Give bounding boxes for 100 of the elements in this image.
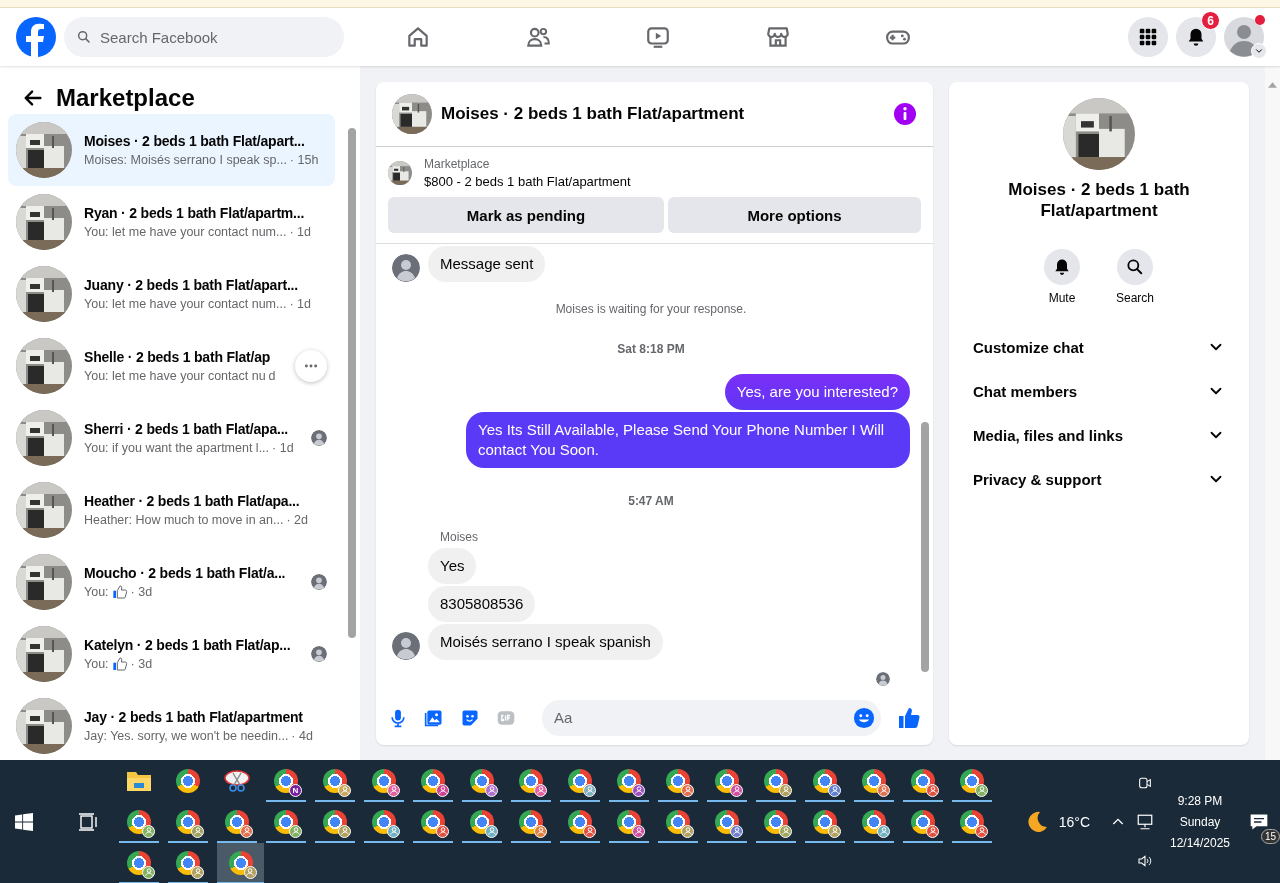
browser-icon [372,768,396,793]
account-button[interactable] [1224,17,1264,57]
browser-icon [666,809,690,834]
task-view-icon[interactable] [78,812,98,831]
browser-icon [421,768,445,793]
conversation-title: Heather · 2 beds 1 bath Flat/apa... [84,492,301,511]
network-icon[interactable] [1136,812,1154,831]
thumbs-up-icon[interactable] [897,705,921,730]
scissors-icon [223,768,251,793]
conversation-item[interactable]: Shelle · 2 beds 1 bath Flat/ap You: let me have your contact nu d [8,330,335,402]
notification-badge: 6 [1201,11,1220,30]
browser-icon [228,850,253,875]
conversation-item[interactable]: Ryan · 2 beds 1 bath Flat/apartm... You: let me have your contact num... · 1d [8,186,335,258]
message-preview: Jay: Yes. sorry, we won't be needin... [84,728,289,745]
search-icon [1125,257,1145,277]
message-preview: Moises: Moisés serrano I speak sp... [84,152,287,169]
browser-icon [274,768,298,793]
message-bubble: Yes [428,548,477,584]
thumbs-up-icon [111,584,128,600]
windows-icon[interactable] [15,812,33,831]
conversation-item[interactable]: Moucho · 2 beds 1 bath Flat/a... You: · 3d [8,546,335,618]
sender-name: Moises [440,530,479,544]
browser-icon [715,768,739,793]
browser-icon [519,768,543,793]
message-time: · 4d [291,728,313,745]
message-preview: You: let me have your contact num... [84,296,287,313]
more-options-button[interactable]: More options [668,197,921,233]
browser-icon [911,768,935,793]
browser-icon [470,809,494,834]
menu-button[interactable] [1128,17,1168,57]
facebook-logo[interactable] [16,17,56,57]
notifications-button[interactable] [1176,17,1216,57]
conversation-item[interactable]: Moises · 2 beds 1 bath Flat/apart... Moises: Moisés serrano I speak sp... · 15h [8,114,335,186]
message-time: · 3d [130,656,153,673]
browser-icon [421,809,445,834]
mark-pending-button[interactable]: Mark as pending [388,197,664,233]
message-preview: Heather: How much to move in an... [84,512,284,529]
listing-source: Marketplace [424,156,491,173]
browser-icon [127,850,151,875]
scrollbar[interactable] [1265,66,1280,760]
taskbar-button[interactable]: N [266,761,306,802]
timestamp: Sat 8:18 PM [616,342,686,356]
conversation-item[interactable]: Katelyn · 2 beds 1 bath Flat/ap... You: · 3d [8,618,335,690]
conversation-title: Katelyn · 2 beds 1 bath Flat/ap... [84,636,292,655]
browser-icon [225,809,249,834]
message-preview: You: let me have your contact num... [84,224,287,241]
conversation-item[interactable]: Juany · 2 beds 1 bath Flat/apart... You: let me have your contact num... · 1d [8,258,335,330]
emoji-icon[interactable] [853,706,875,729]
weather-widget[interactable]: 16°C [1024,809,1090,834]
conversation-title: Ryan · 2 beds 1 bath Flat/apartm... [84,204,306,223]
browser-icon [813,809,837,834]
message-bubble: Yes Its Still Available, Please Send Your Phone Number I Will contact You Soon. [466,412,910,468]
message-bubble: Moisés serrano I speak spanish [428,624,663,660]
message-time: d [268,368,276,385]
browser-icon [274,809,298,834]
browser-icon [176,768,200,793]
message-field[interactable]: Aa [542,699,881,736]
info-icon[interactable] [893,102,917,126]
conversation-name: Moises · 2 beds 1 bath Flat/apartment [1007,179,1191,221]
section-header[interactable]: Privacy & support [957,457,1241,501]
message-time: · 2d [286,512,308,529]
conversation-title: Moucho · 2 beds 1 bath Flat/a... [84,564,287,583]
browser-icon [960,809,984,834]
marketplace-icon [765,24,791,50]
message-time: · 15h [289,152,319,169]
section-header[interactable]: Chat members [957,369,1241,413]
speaker-icon[interactable] [1137,852,1153,869]
section-header[interactable]: Media, files and links [957,413,1241,457]
browser-icon [666,768,690,793]
message-time: · 1d [289,296,311,313]
search-field[interactable]: Search Facebook [64,17,344,57]
browser-icon [568,809,592,834]
listing-summary: $800 - 2 beds 1 bath Flat/apartment [424,173,631,191]
conversation-item[interactable]: Jay · 2 beds 1 bath Flat/apartment Jay: Yes. sorry, we won't be needin... · 4d [8,690,335,760]
taskbar-button[interactable] [217,843,264,883]
conversation-title: Moises · 2 beds 1 bath Flat/apart... [84,132,306,151]
section-header[interactable]: Customize chat [957,325,1241,369]
clock-button[interactable]: 9:28 PM Sunday 12/14/2025 [1160,793,1240,850]
page-title: Marketplace [56,83,195,112]
grid-icon [1137,26,1159,48]
search-icon [76,29,92,45]
message-bubble: Yes, are you interested? [724,374,910,410]
watch-icon [645,24,671,50]
browser-icon [764,768,788,793]
browser-icon [323,768,347,793]
notification-count: 15 [1260,828,1280,844]
conversation-item[interactable]: Heather · 2 beds 1 bath Flat/apa... Heather: How much to move in an... · 2d [8,474,335,546]
browser-icon [323,809,347,834]
browser-icon [764,809,788,834]
browser-icon [127,809,151,834]
browser-icon [960,768,984,793]
home-icon [405,24,431,50]
browser-icon [617,768,641,793]
timestamp: 5:47 AM [627,494,675,508]
conversation-title: Juany · 2 beds 1 bath Flat/apart... [84,276,299,295]
conversation-title: Shelle · 2 beds 1 bath Flat/ap [84,348,272,367]
message-preview: You: if you want the apartment l... [84,440,270,457]
conversation-item[interactable]: Sherri · 2 beds 1 bath Flat/apa... You: if you want the apartment l... · 1d [8,402,335,474]
browser-icon [617,809,641,834]
microphone-icon[interactable] [388,707,408,728]
